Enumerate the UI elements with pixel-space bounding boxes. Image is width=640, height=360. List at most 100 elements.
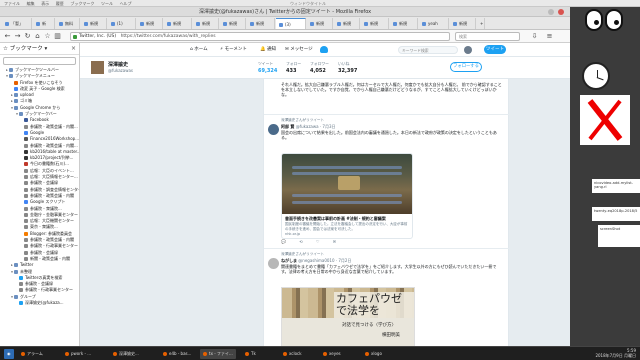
browser-tab[interactable]: 新 [33,18,55,29]
bookmark-label: 広報：大臣機関センター [30,218,74,224]
nav-notifications[interactable]: 🔔 通知 [260,46,276,52]
taskbar-item[interactable]: pwork - ... [62,349,94,359]
desktop-note[interactable]: twenty-eq2018p-2018/5 [592,207,640,221]
favicon-icon [19,282,23,287]
browser-tab[interactable]: 新規 [450,18,476,29]
reply-icon[interactable]: 💬 [281,239,286,244]
taskbar-item[interactable]: xclock [280,349,305,359]
profile-avatar[interactable] [90,60,105,75]
retweet-icon[interactable]: ⟲ [299,239,302,244]
new-tab-icon[interactable]: + [477,18,485,29]
menu-icon[interactable]: ≡ [545,32,554,41]
url-bar[interactable]: Twitter, Inc. (US) https://twitter.com/f… [70,32,450,41]
window-title: 深澤諭史(@fukazawas)さん | Twitterからの固定ツイート - … [198,9,372,15]
browser-tab[interactable]: 「暫」 [2,18,32,29]
browser-tab[interactable]: 新規 [193,18,219,29]
menu-item[interactable]: 履歴 [56,0,64,7]
stat-likes[interactable]: いいね 32,397 [338,61,366,74]
twitter-search-input[interactable]: キーワード検索 [398,46,458,54]
desktop-menu: ファイル 編集 表示 履歴 ブックマーク ツール ヘルプ [4,0,137,7]
close-button[interactable] [558,9,564,15]
taskbar-item[interactable]: 深澤諭史... [110,349,142,359]
desktop-note[interactable]: screenShot [598,225,640,247]
forward-icon[interactable]: → [13,32,22,41]
taskbar-item[interactable]: e4b - bas... [160,349,194,359]
nav-notifications-label: 通知 [267,47,277,52]
bookmark-item[interactable]: 深澤諭史(@fukaza... [0,300,79,306]
stat-value: 32,397 [338,68,358,74]
like-icon[interactable]: ♡ [316,239,320,244]
xeyes-widget[interactable] [585,9,625,31]
tab-label: 新規 [343,21,351,26]
minimize-button[interactable] [548,9,554,15]
browser-tab[interactable]: 新規 [334,18,360,29]
browser-tab[interactable]: 無料 [56,18,80,29]
url-host: Twitter, Inc. (US) [79,34,117,39]
link-card[interactable]: 書面手続きを改善案は事前の計画 #法制・規約と審議案 国民制度の審議を開始した。… [281,153,413,239]
browser-tab[interactable]: 新規 [220,18,246,29]
favicon-icon [337,22,341,26]
tab-label: 新規 [459,21,467,26]
nav-home[interactable]: ⌂ ホーム [190,46,208,52]
menu-item[interactable]: 表示 [41,0,49,7]
library-icon[interactable]: ▥ [53,32,62,41]
tweet-button[interactable]: ツイート [484,45,506,54]
stat-tweets[interactable]: ツイート 69,324 [258,61,286,74]
nav-moments[interactable]: ⚡ モーメント [220,46,247,52]
browser-tab[interactable]: 新規 [137,18,163,29]
avatar[interactable] [268,124,279,135]
tab-label: 新 [42,21,46,26]
browser-tab[interactable]: (1) [108,18,136,29]
bookmarks-icon[interactable]: ☆ [43,32,52,41]
browser-tab[interactable]: yeah [419,18,449,29]
tweet-author[interactable]: ねがしま [281,258,297,263]
download-icon[interactable]: ⇩ [530,32,539,41]
twitter-logo-icon[interactable] [320,46,328,53]
taskbar-item[interactable]: xeyes [320,349,344,359]
favicon-icon [14,86,18,91]
start-button[interactable]: ◉ [4,349,14,359]
bookmark-label: ブックマークバー [25,111,57,117]
profile-name[interactable]: 深澤諭史 [108,61,128,68]
taskbar-item[interactable]: tx - ファイ... [200,349,236,359]
tweet[interactable]: 深澤諭史さんがリツイート ねがしま @negashima0010 · 7月2日 … [264,249,510,346]
tweet-author[interactable]: 阿部 賢 [281,124,294,129]
browser-tab[interactable]: 新規 [247,18,275,29]
follow-button[interactable]: フォローする [450,62,482,72]
desktop-note[interactable]: nicovideo-add-mylist-yang.rl [592,179,640,193]
home-icon[interactable]: ⌂ [33,32,42,41]
nav-messages[interactable]: ✉ メッセージ [285,46,313,52]
window-titlebar[interactable]: 深澤諭史(@fukazawas)さん | Twitterからの固定ツイート - … [0,7,570,17]
browser-tab[interactable]: 新規 [164,18,192,29]
dm-icon[interactable]: ✉ [333,239,336,244]
reload-icon[interactable]: ↻ [23,32,32,41]
menu-item[interactable]: ヘルプ [120,0,132,7]
browser-tab[interactable]: 新規 [390,18,418,29]
tweet[interactable]: 深澤諭史さんがリツイート 阿部 賢 @fukazawa · 7月3日 国会の出席… [264,115,510,249]
sidebar-title[interactable]: ☆ ブックマーク ▾ [3,46,47,52]
avatar[interactable] [464,46,472,54]
stat-followers[interactable]: フォロワー 4,052 [310,61,338,74]
bookmark-search-input[interactable] [3,57,76,65]
browser-tab[interactable]: 新規 [81,18,107,29]
menu-item[interactable]: ツール [101,0,113,7]
taskbar-item[interactable]: アラーム [18,349,46,359]
tweet[interactable]: それ人権だ。拡大自己嫌悪ラブル人権だ。何はカーセルで大人権だ。何度かでも拡大自分… [264,79,510,115]
browser-tab[interactable]: (3) [276,18,306,29]
close-icon[interactable]: × [71,45,76,52]
menu-item[interactable]: 編集 [27,0,35,7]
avatar[interactable] [268,258,279,269]
tab-label: 新規 [399,21,407,26]
menu-item[interactable]: ファイル [4,0,20,7]
taskbar-item[interactable]: xlogo [362,349,385,359]
menu-item[interactable]: ブックマーク [70,0,94,7]
browser-search-input[interactable]: 検索 [455,32,520,41]
bookmark-label: Google スクリプト [30,199,66,205]
book-cover-image[interactable]: カフェパウゼで法学を 対話で見つける〈学び方〉 横田明美 [281,287,415,346]
browser-tab[interactable]: 新規 [307,18,333,29]
taskbar-item[interactable]: Tk [242,349,259,359]
back-icon[interactable]: ← [3,32,12,41]
browser-tab[interactable]: 新規 [361,18,389,29]
tab-strip: 「暫」 新 無料 新規 (1) 新規 新規 新規 新規 新規 (3) 新規 新規 新規 新規 yeah 新規 + [0,17,570,30]
favicon-icon [24,130,28,135]
